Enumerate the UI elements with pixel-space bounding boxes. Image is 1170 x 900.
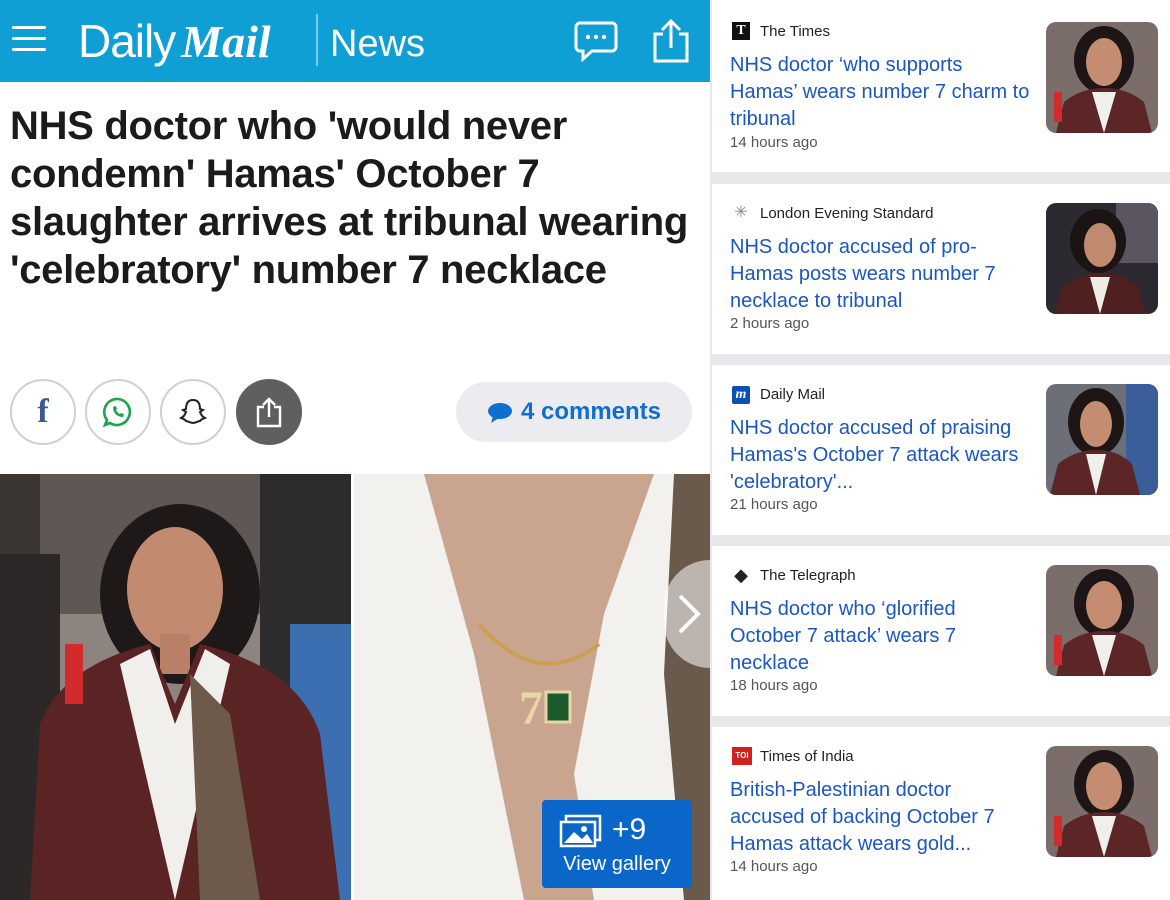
the-times-icon: T	[732, 22, 750, 40]
news-card[interactable]: TOI Times of India British-Palestinian d…	[712, 727, 1170, 900]
logo-daily: Daily	[78, 15, 176, 67]
headline: NHS doctor who 'would never condemn' Ham…	[10, 104, 689, 292]
related-coverage-panel: T The Times NHS doctor ‘who supports Ham…	[712, 0, 1170, 900]
logo-divider	[316, 14, 318, 66]
news-card-time: 14 hours ago	[730, 858, 818, 875]
comment-bubble-icon	[487, 402, 513, 423]
telegraph-icon: ◆	[734, 565, 748, 585]
view-gallery-button[interactable]: +9 View gallery	[542, 800, 692, 888]
news-card[interactable]: T The Times NHS doctor ‘who supports Ham…	[712, 0, 1170, 172]
news-card-thumbnail[interactable]	[1046, 22, 1158, 133]
article-photo-left[interactable]	[0, 474, 351, 900]
logo-mail: Mail	[181, 16, 271, 67]
daily-mail-icon: m	[732, 386, 750, 404]
gallery-label: View gallery	[563, 853, 671, 875]
next-photo-button[interactable]	[664, 560, 710, 668]
top-bar: Daily Mail News	[0, 0, 710, 82]
whatsapp-icon	[102, 397, 132, 428]
source-name: London Evening Standard	[760, 205, 934, 222]
facebook-icon: f	[37, 393, 49, 430]
evening-standard-icon: ✳	[734, 204, 748, 221]
svg-text:7: 7	[519, 682, 543, 735]
news-card-title[interactable]: British-Palestinian doctor accused of ba…	[730, 777, 1030, 858]
source-name: Times of India	[760, 748, 854, 765]
source-name: Daily Mail	[760, 386, 826, 403]
gallery-icon	[558, 814, 604, 850]
share-icon[interactable]	[650, 18, 692, 64]
times-of-india-icon: TOI	[732, 747, 752, 765]
gallery-count: +9	[612, 813, 647, 846]
whatsapp-share-button[interactable]	[85, 379, 151, 445]
news-card-time: 21 hours ago	[730, 496, 818, 513]
news-card-title[interactable]: NHS doctor who ‘glorified October 7 atta…	[730, 596, 1030, 677]
news-card-time: 14 hours ago	[730, 134, 818, 151]
news-card-time: 2 hours ago	[730, 315, 810, 332]
news-card-title[interactable]: NHS doctor ‘who supports Hamas’ wears nu…	[730, 52, 1030, 133]
news-card[interactable]: ✳ London Evening Standard NHS doctor acc…	[712, 184, 1170, 354]
share-button[interactable]	[236, 379, 302, 445]
chevron-right-icon	[678, 594, 701, 634]
snapchat-share-button[interactable]	[160, 379, 226, 445]
news-card[interactable]: m Daily Mail NHS doctor accused of prais…	[712, 365, 1170, 535]
news-card-title[interactable]: NHS doctor accused of pro-Hamas posts we…	[730, 234, 1030, 315]
news-card-thumbnail[interactable]	[1046, 384, 1158, 495]
source-name: The Times	[760, 23, 831, 40]
source-name: The Telegraph	[760, 567, 856, 584]
article-panel: Daily Mail News NHS doctor who 'would nev…	[0, 0, 710, 900]
news-card-time: 18 hours ago	[730, 677, 818, 694]
news-card-thumbnail[interactable]	[1046, 565, 1158, 676]
comment-icon[interactable]	[574, 20, 618, 63]
section-label[interactable]: News	[330, 22, 425, 66]
news-card-thumbnail[interactable]	[1046, 203, 1158, 314]
news-card-title[interactable]: NHS doctor accused of praising Hamas's O…	[730, 415, 1030, 496]
share-icon	[256, 397, 282, 428]
menu-icon[interactable]	[12, 26, 46, 56]
comments-button[interactable]: 4 comments	[456, 382, 692, 442]
facebook-share-button[interactable]: f	[10, 379, 76, 445]
news-card-thumbnail[interactable]	[1046, 746, 1158, 857]
snapchat-icon	[178, 398, 208, 425]
site-logo[interactable]: Daily Mail	[78, 14, 271, 69]
comments-count: 4 comments	[520, 398, 662, 425]
news-card[interactable]: ◆ The Telegraph NHS doctor who ‘glorifie…	[712, 546, 1170, 716]
